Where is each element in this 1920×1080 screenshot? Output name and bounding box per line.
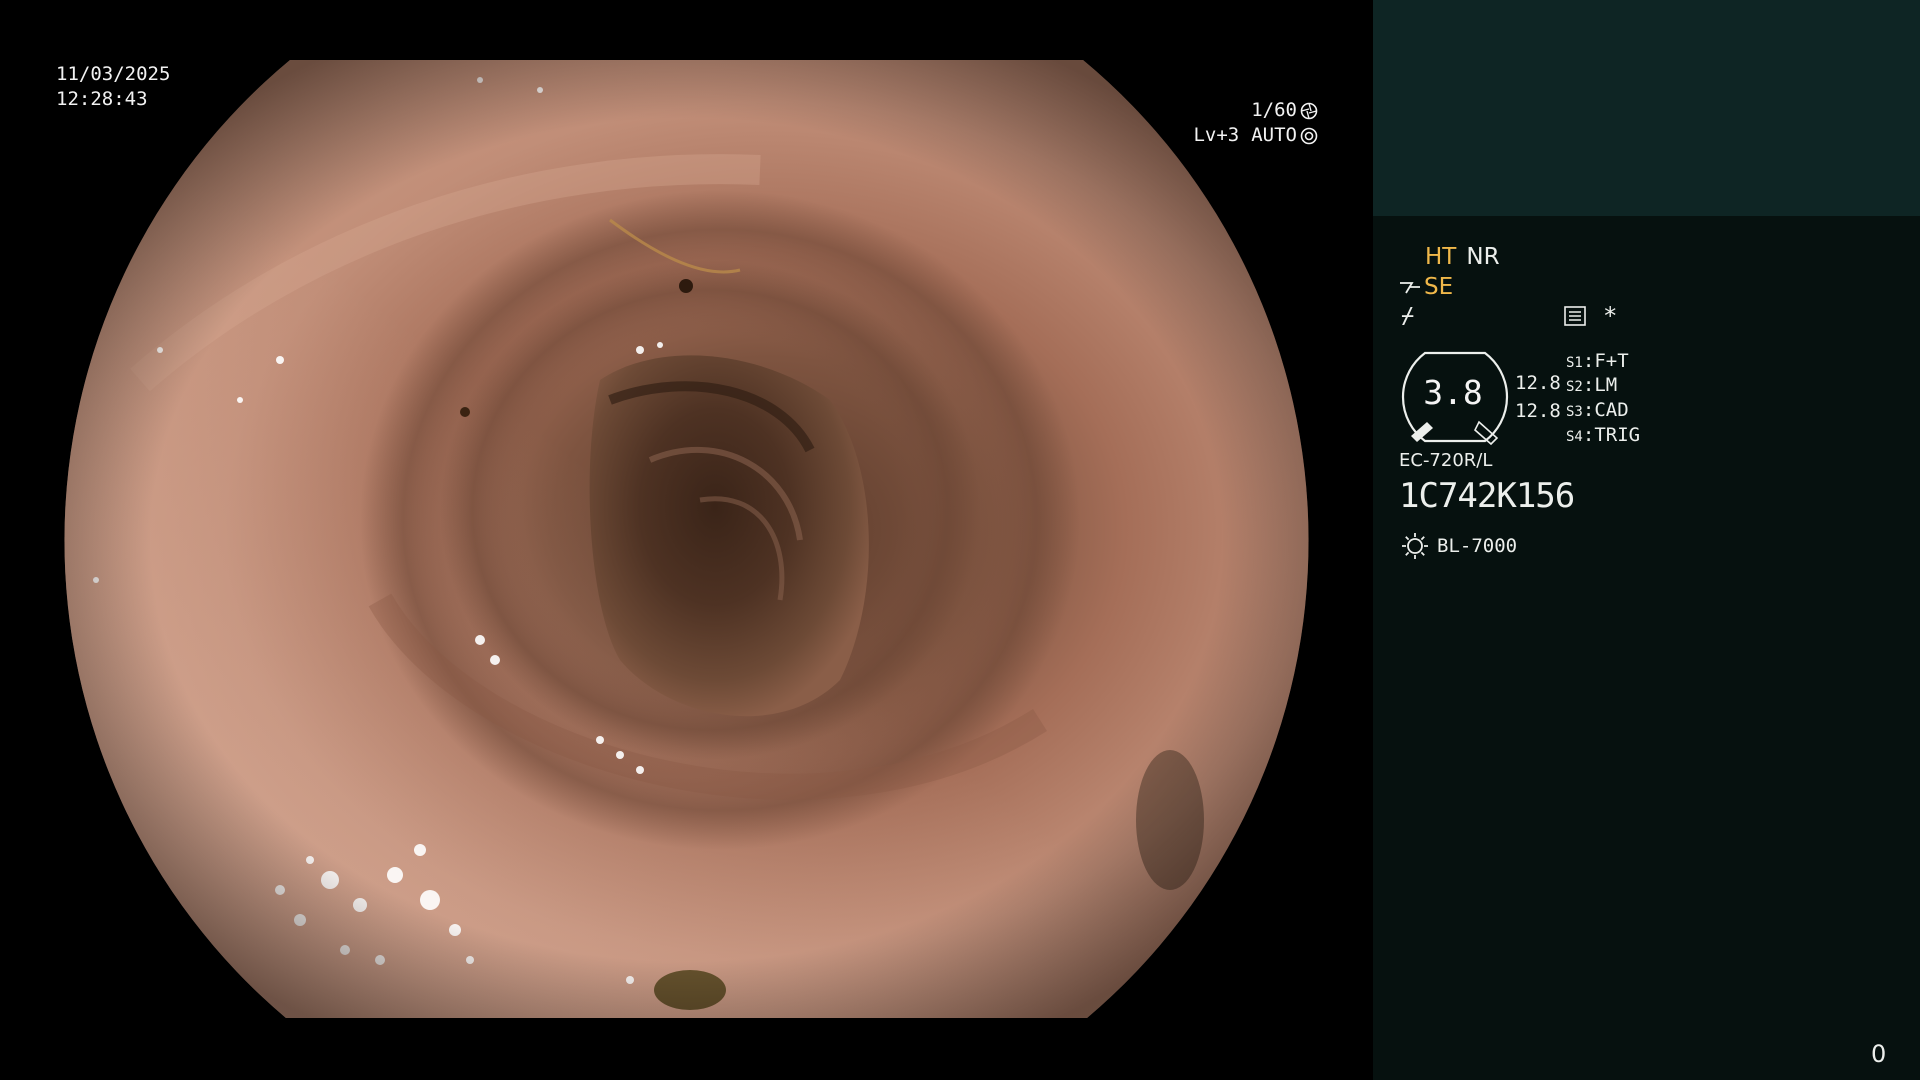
recording-icon [1564, 306, 1586, 326]
time-text: 12:28:43 [56, 88, 148, 110]
light-source-row: BL-7000 [1401, 532, 1517, 560]
mode-ht-label: HT [1425, 244, 1457, 270]
switch-key: S4 [1566, 429, 1583, 445]
switch-key: S2 [1566, 379, 1583, 395]
star-indicator: * [1603, 302, 1618, 330]
mode-nr-label: NR [1466, 244, 1500, 270]
aperture-icon [1300, 102, 1318, 119]
info-panel: HT NR SE ⌿ * 3.8 12.8 12.8 S1:F+T S2:LM … [1373, 0, 1920, 1080]
endoscopic-image [64, 60, 1309, 1018]
zoom-side-value-2: 12.8 [1515, 400, 1561, 422]
frame-counter: 0 [1871, 1040, 1887, 1068]
enhance-mode-row: SE [1398, 274, 1453, 300]
switch-value: CAD [1594, 399, 1629, 421]
exposure-readout: 1/60 Lv+3 AUTO [1193, 98, 1318, 148]
switch-row-s2: S2:LM [1566, 374, 1618, 396]
switch-row-s1: S1:F+T [1566, 350, 1629, 372]
scope-serial-text: 1C742K156 [1399, 476, 1575, 516]
light-source-icon [1402, 533, 1428, 559]
switch-row-s4: S4:TRIG [1566, 424, 1641, 446]
endoscope-viewport: 11/03/2025 12:28:43 1/60 Lv+3 AUTO [0, 0, 1373, 1080]
zoom-value: 3.8 [1423, 373, 1483, 412]
iris-mode-text: AUTO [1251, 124, 1297, 146]
endoscopy-screen: 11/03/2025 12:28:43 1/60 Lv+3 AUTO HT NR… [0, 0, 1920, 1080]
panel-header-area [1373, 0, 1920, 216]
structure-enhance-icon [1400, 282, 1420, 294]
switch-value: F+T [1594, 350, 1629, 372]
recording-icon-wrap [1564, 306, 1586, 330]
color-tone-symbol: ⌿ [1401, 304, 1415, 329]
processing-mode-row: HT NR [1425, 244, 1500, 270]
switch-value: LM [1594, 374, 1618, 396]
date-text: 11/03/2025 [56, 63, 171, 85]
enhance-mode-label: SE [1424, 274, 1454, 300]
switch-key: S1 [1566, 355, 1583, 371]
iris-level-text: Lv+3 [1193, 124, 1240, 146]
scope-model-text: EC-720R/L [1399, 450, 1493, 471]
switch-value: TRIG [1594, 424, 1641, 446]
light-source-text: BL-7000 [1437, 535, 1518, 557]
iris-icon [1300, 127, 1318, 144]
switch-row-s3: S3:CAD [1566, 399, 1629, 421]
shutter-speed-text: 1/60 [1251, 99, 1297, 121]
switch-key: S3 [1566, 404, 1583, 420]
date-time-readout: 11/03/2025 12:28:43 [56, 62, 170, 112]
zoom-side-value-1: 12.8 [1515, 372, 1561, 394]
